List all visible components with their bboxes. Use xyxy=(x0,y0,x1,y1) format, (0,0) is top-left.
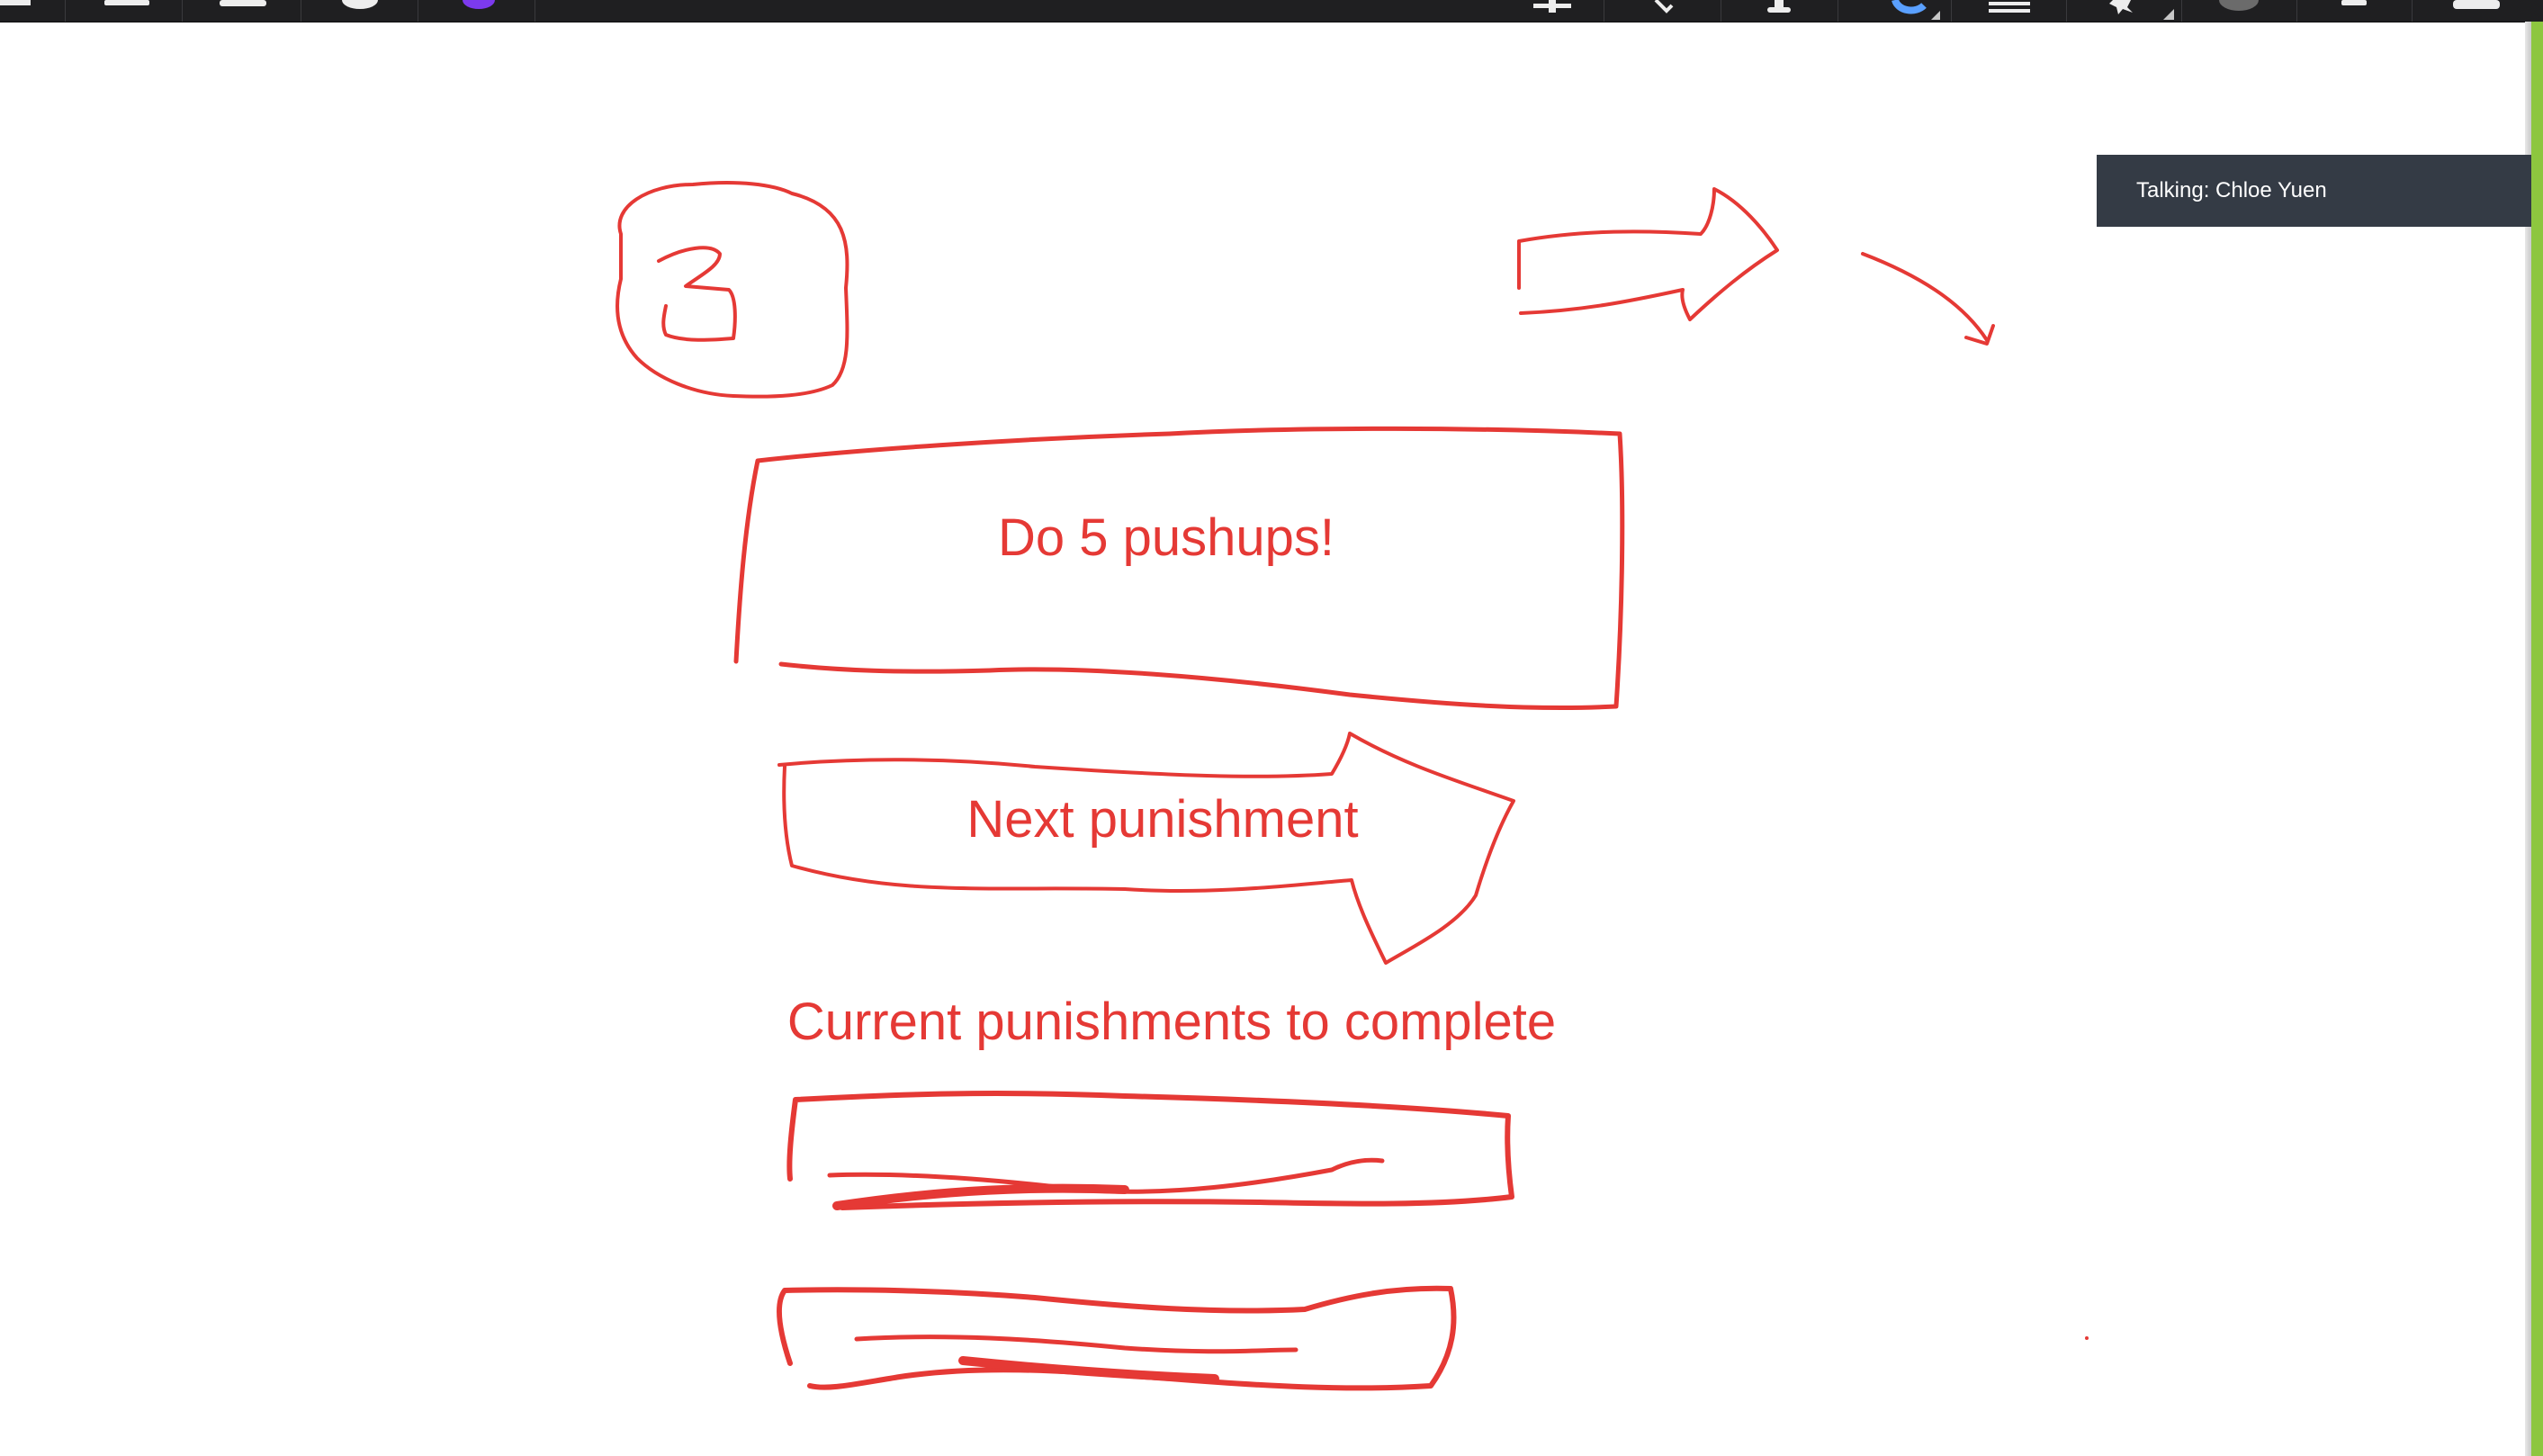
talking-indicator: Talking: Chloe Yuen xyxy=(2097,155,2531,227)
counter-circle xyxy=(616,181,849,399)
window-accent-bar xyxy=(2531,22,2543,1456)
stray-ink-dot xyxy=(2085,1336,2089,1340)
counter-digit xyxy=(657,246,737,342)
list-heading: Current punishments to complete xyxy=(787,993,1556,1051)
next-punishment-label[interactable]: Next punishment xyxy=(966,790,1358,849)
punishment-card xyxy=(733,426,1625,711)
list-item-scribble xyxy=(854,1335,1298,1354)
arrow-curve-small xyxy=(1861,252,1995,346)
punishment-text: Do 5 pushups! xyxy=(998,508,1334,567)
scroll-shadow xyxy=(2525,22,2531,1456)
arrow-shape-top xyxy=(1517,187,1779,321)
